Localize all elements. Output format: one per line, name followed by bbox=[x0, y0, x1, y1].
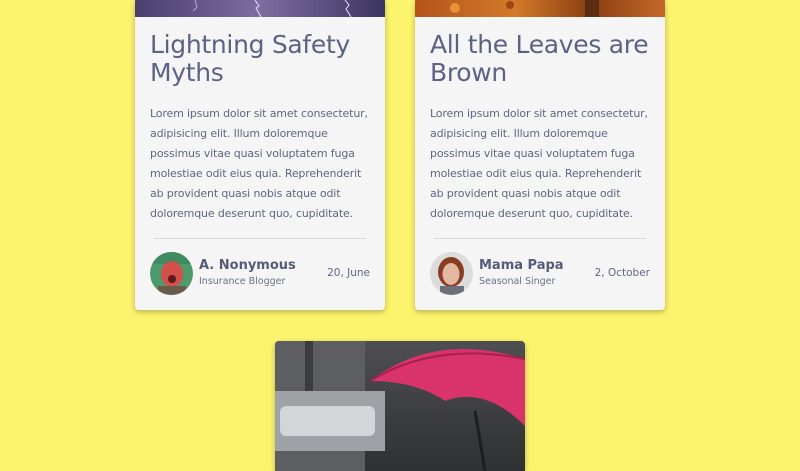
blog-card-lightning[interactable]: Lightning Safety Myths Lorem ipsum dolor… bbox=[135, 0, 385, 310]
divider bbox=[434, 238, 646, 239]
card-title[interactable]: Lightning Safety Myths bbox=[150, 31, 372, 87]
lightning-storm-image bbox=[135, 0, 385, 17]
post-date: 2, October bbox=[594, 267, 650, 279]
author-role: Insurance Blogger bbox=[199, 276, 286, 287]
post-date: 20, June bbox=[327, 267, 370, 279]
blog-card-leaves[interactable]: All the Leaves are Brown Lorem ipsum dol… bbox=[415, 0, 665, 310]
autumn-leaves-image bbox=[415, 0, 665, 17]
card-excerpt: Lorem ipsum dolor sit amet consectetur, … bbox=[150, 107, 368, 220]
red-umbrella-image bbox=[275, 341, 525, 471]
divider bbox=[154, 238, 366, 239]
blog-card-umbrella[interactable] bbox=[275, 341, 525, 471]
author-name[interactable]: Mama Papa bbox=[479, 258, 564, 273]
author-avatar[interactable] bbox=[150, 252, 193, 295]
card-title[interactable]: All the Leaves are Brown bbox=[430, 31, 652, 87]
author-role: Seasonal Singer bbox=[479, 276, 556, 287]
author-name[interactable]: A. Nonymous bbox=[199, 258, 296, 273]
card-excerpt: Lorem ipsum dolor sit amet consectetur, … bbox=[430, 107, 648, 220]
author-avatar[interactable] bbox=[430, 252, 473, 295]
